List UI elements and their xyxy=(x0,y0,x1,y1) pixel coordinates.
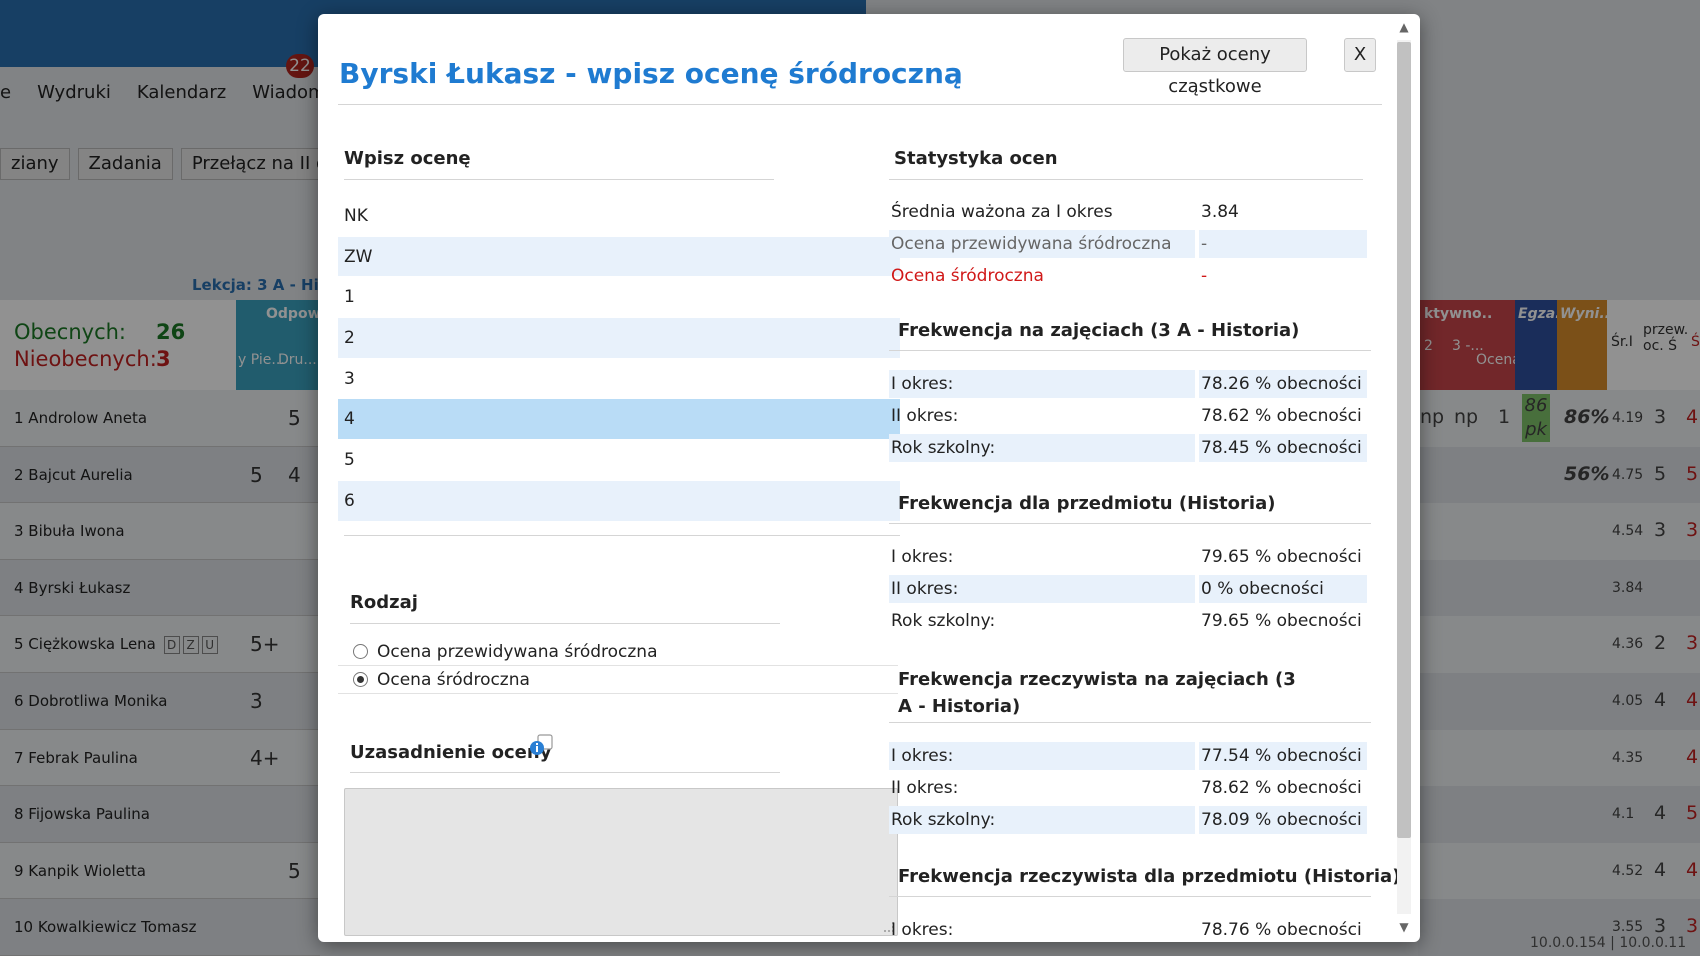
attendance-heading: Frekwencja dla przedmiotu (Historia) xyxy=(898,493,1276,514)
stat-row: I okres: 78.76 % obecności xyxy=(891,920,1362,940)
show-partial-grades-button[interactable]: Pokaż oceny cząstkowe xyxy=(1123,38,1307,97)
stat-row: Rok szkolny: 78.09 % obecności xyxy=(889,806,1367,838)
type-option-label: Ocena przewidywana śródroczna xyxy=(377,641,658,662)
divider xyxy=(889,179,1363,180)
dialog-title: Byrski Łukasz - wpisz ocenę śródroczną xyxy=(339,57,963,90)
grade-option[interactable]: 1 xyxy=(338,277,900,319)
grade-option[interactable]: NK xyxy=(338,196,900,237)
divider xyxy=(350,623,780,624)
grade-option[interactable]: ZW xyxy=(338,236,900,278)
type-option-label: Ocena śródroczna xyxy=(377,669,530,690)
scroll-thumb[interactable] xyxy=(1397,42,1411,838)
grade-option[interactable]: 5 xyxy=(338,440,900,481)
grade-option[interactable]: 6 xyxy=(338,480,900,522)
divider xyxy=(344,179,774,180)
stat-row: Średnia ważona za I okres 3.84 xyxy=(891,202,1239,222)
scroll-up-icon[interactable]: ▲ xyxy=(1394,18,1414,36)
grade-option-selected[interactable]: 4 xyxy=(338,399,900,441)
scroll-down-icon[interactable]: ▼ xyxy=(1394,918,1414,936)
divider xyxy=(889,722,1371,723)
dialog-scrollbar[interactable]: ▲ ▼ xyxy=(1394,18,1414,938)
stat-row: I okres: 79.65 % obecności xyxy=(891,547,1362,567)
stats-heading: Statystyka ocen xyxy=(894,148,1058,169)
stat-row: Rok szkolny: 78.45 % obecności xyxy=(889,434,1367,466)
grade-option[interactable]: 2 xyxy=(338,318,900,359)
stat-row: II okres: 78.62 % obecności xyxy=(891,778,1362,798)
attendance-heading: Frekwencja rzeczywista dla przedmiotu (H… xyxy=(898,866,1401,887)
divider xyxy=(889,350,1371,351)
justification-heading: Uzasadnienie oceny xyxy=(350,742,552,763)
divider xyxy=(344,535,900,536)
stat-row: II okres: 78.62 % obecności xyxy=(891,406,1362,426)
stat-row: I okres: 77.54 % obecności xyxy=(889,742,1367,774)
enter-grade-heading: Wpisz ocenę xyxy=(344,148,471,169)
stat-row: Rok szkolny: 79.65 % obecności xyxy=(891,611,1362,631)
info-icon[interactable] xyxy=(528,734,554,758)
grade-dialog: Byrski Łukasz - wpisz ocenę śródroczną P… xyxy=(318,14,1420,942)
stat-row: Ocena przewidywana śródroczna - xyxy=(889,230,1367,262)
attendance-table: I okres: 77.54 % obecności II okres: 78.62… xyxy=(889,742,1367,838)
attendance-table: I okres: 78.76 % obecności xyxy=(889,916,1367,942)
attendance-heading: Frekwencja rzeczywista na zajęciach (3 A… xyxy=(898,669,1296,717)
attendance-table: I okres: 79.65 % obecności II okres: 0 % o… xyxy=(889,543,1367,639)
type-option-predicted[interactable]: Ocena przewidywana śródroczna xyxy=(338,638,898,666)
stat-row: II okres: 0 % obecności xyxy=(889,575,1367,607)
grade-stats-table: Średnia ważona za I okres 3.84 Ocena prze… xyxy=(889,198,1367,294)
justification-textarea[interactable] xyxy=(344,788,898,936)
type-option-midterm[interactable]: Ocena śródroczna xyxy=(338,666,898,694)
title-divider xyxy=(338,104,1382,105)
divider xyxy=(889,523,1371,524)
radio-button[interactable] xyxy=(353,644,368,659)
type-heading: Rodzaj xyxy=(350,592,418,613)
grade-option[interactable]: 3 xyxy=(338,359,900,400)
grade-list: NK ZW 1 2 3 4 5 6 xyxy=(338,196,900,522)
stat-row: Ocena śródroczna - xyxy=(891,266,1208,286)
attendance-table: I okres: 78.26 % obecności II okres: 78.62… xyxy=(889,370,1367,466)
divider xyxy=(889,896,1371,897)
divider xyxy=(350,772,780,773)
radio-button-checked[interactable] xyxy=(353,672,368,687)
attendance-heading: Frekwencja na zajęciach (3 A - Historia) xyxy=(898,320,1300,341)
stat-row: I okres: 78.26 % obecności xyxy=(889,370,1367,402)
close-button[interactable]: X xyxy=(1344,38,1376,72)
